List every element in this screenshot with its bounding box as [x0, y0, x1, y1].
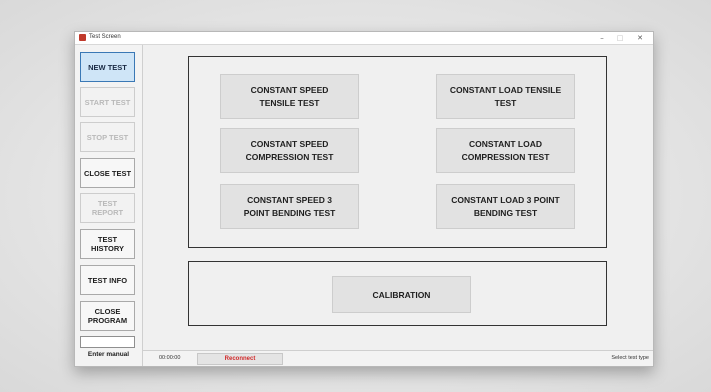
calibration-panel: CALIBRATION: [188, 261, 607, 326]
constant-speed-compression-test-button[interactable]: CONSTANT SPEED COMPRESSION TEST: [220, 128, 359, 173]
test-report-button[interactable]: TEST REPORT: [80, 193, 135, 223]
close-program-button[interactable]: CLOSE PROGRAM: [80, 301, 135, 331]
status-message: Select test type: [611, 355, 649, 361]
calibration-button[interactable]: CALIBRATION: [332, 276, 471, 313]
app-window: Test Screen – □ ✕ NEW TEST START TEST ST…: [74, 31, 654, 367]
test-info-button[interactable]: TEST INFO: [80, 265, 135, 295]
constant-speed-bending-test-button[interactable]: CONSTANT SPEED 3 POINT BENDING TEST: [220, 184, 359, 229]
minimize-button[interactable]: –: [595, 32, 609, 44]
stop-test-button[interactable]: STOP TEST: [80, 122, 135, 152]
test-history-button[interactable]: TEST HISTORY: [80, 229, 135, 259]
app-icon: [79, 34, 86, 41]
manual-entry-label: Enter manual: [87, 351, 130, 358]
constant-load-bending-test-button[interactable]: CONSTANT LOAD 3 POINT BENDING TEST: [436, 184, 575, 229]
title-bar: Test Screen – □ ✕: [75, 32, 653, 45]
start-test-button[interactable]: START TEST: [80, 87, 135, 117]
maximize-button[interactable]: □: [613, 32, 627, 44]
test-type-panel: CONSTANT SPEED TENSILE TEST CONSTANT LOA…: [188, 56, 607, 248]
manual-entry-input[interactable]: [80, 336, 135, 348]
new-test-button[interactable]: NEW TEST: [80, 52, 135, 82]
window-title: Test Screen: [89, 34, 121, 40]
close-test-button[interactable]: CLOSE TEST: [80, 158, 135, 188]
main-area: CONSTANT SPEED TENSILE TEST CONSTANT LOA…: [143, 45, 653, 366]
sidebar: NEW TEST START TEST STOP TEST CLOSE TEST…: [75, 45, 143, 366]
status-bar: 00:00:00 Reconnect Select test type: [143, 350, 653, 366]
constant-load-compression-test-button[interactable]: CONSTANT LOAD COMPRESSION TEST: [436, 128, 575, 173]
constant-speed-tensile-test-button[interactable]: CONSTANT SPEED TENSILE TEST: [220, 74, 359, 119]
elapsed-time: 00:00:00: [159, 355, 181, 361]
close-window-button[interactable]: ✕: [633, 32, 647, 44]
reconnect-button[interactable]: Reconnect: [197, 353, 283, 365]
constant-load-tensile-test-button[interactable]: CONSTANT LOAD TENSILE TEST: [436, 74, 575, 119]
